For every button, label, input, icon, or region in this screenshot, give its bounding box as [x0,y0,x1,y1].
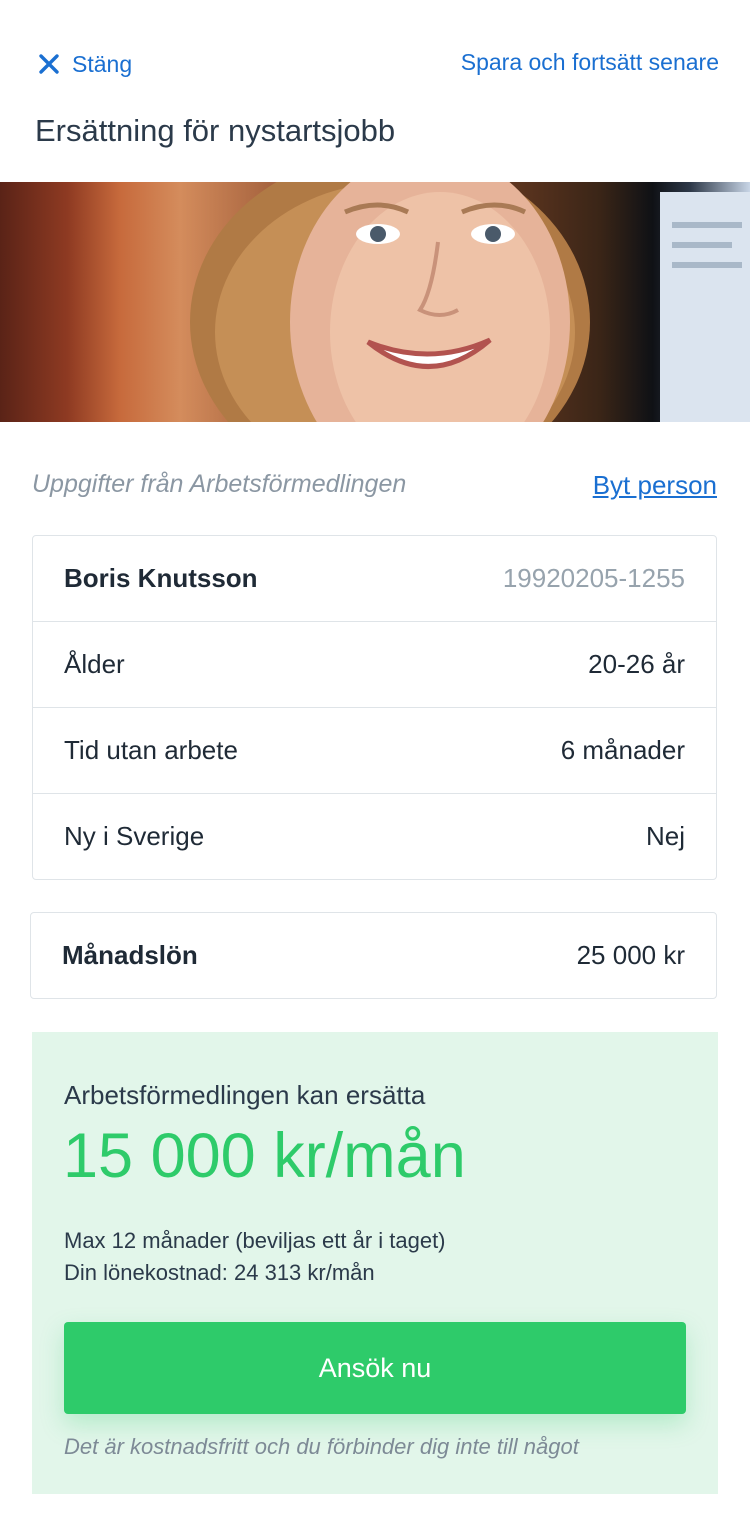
apply-now-button[interactable]: Ansök nu [64,1322,686,1414]
time-without-work-label: Tid utan arbete [64,735,238,765]
person-id-number: 19920205-1255 [502,563,685,593]
close-icon [36,51,62,77]
info-source-label: Uppgifter från Arbetsförmedlingen [32,470,407,498]
hero-photo [0,182,750,422]
close-button[interactable]: Stäng [36,46,132,82]
max-duration-note: Max 12 månader (beviljas ett år i taget) [64,1228,446,1253]
age-label: Ålder [64,649,125,679]
new-in-sweden-row: Ny i Sverige Nej [33,793,716,879]
free-of-charge-disclaimer: Det är kostnadsfritt och du förbinder di… [64,1434,579,1459]
new-in-sweden-label: Ny i Sverige [64,821,205,851]
compensation-result-panel: Arbetsförmedlingen kan ersätta 15 000 kr… [32,1032,718,1494]
age-value: 20-26 år [588,649,685,679]
monthly-salary-label: Månadslön [62,940,198,970]
salary-cost-note: Din lönekostnad: 24 313 kr/mån [64,1260,375,1285]
monthly-salary-card[interactable]: Månadslön 25 000 kr [30,912,717,999]
save-and-continue-later-link[interactable]: Spara och fortsätt senare [461,46,719,78]
info-header: Uppgifter från Arbetsförmedlingen Byt pe… [32,466,717,506]
person-details-card: Boris Knutsson 19920205-1255 Ålder 20-26… [32,535,717,880]
time-without-work-value: 6 månader [560,735,685,765]
page-title: Ersättning för nystartsjobb [35,113,396,148]
close-label: Stäng [72,50,133,77]
new-in-sweden-value: Nej [645,821,685,851]
monthly-salary-row[interactable]: Månadslön 25 000 kr [31,913,716,998]
time-without-work-row: Tid utan arbete 6 månader [33,707,716,793]
monthly-salary-value: 25 000 kr [576,940,685,970]
person-name: Boris Knutsson [64,563,258,593]
compensation-lead-text: Arbetsförmedlingen kan ersätta [64,1080,426,1110]
switch-person-link[interactable]: Byt person [593,470,717,501]
top-bar: Stäng Spara och fortsätt senare [0,0,750,100]
age-row: Ålder 20-26 år [33,621,716,707]
compensation-amount: 15 000 kr/mån [63,1121,466,1191]
person-row: Boris Knutsson 19920205-1255 [33,536,716,621]
